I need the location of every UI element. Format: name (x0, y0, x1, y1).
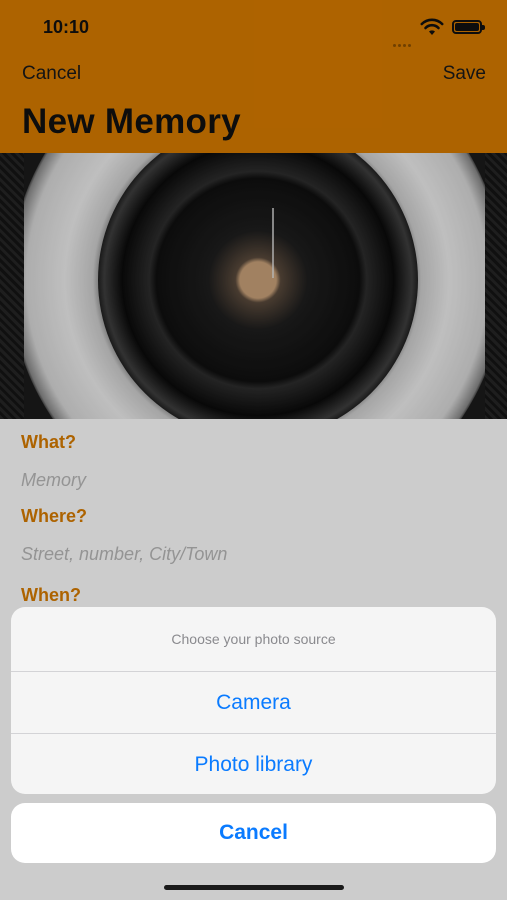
camera-option-button[interactable]: Camera (11, 672, 496, 733)
photo-library-option-button[interactable]: Photo library (11, 734, 496, 794)
action-sheet-title: Choose your photo source (171, 631, 336, 647)
photo-source-action-sheet: Choose your photo source Camera Photo li… (11, 607, 496, 794)
screen: 10:10 Cancel Save New Memory What? Memor… (0, 0, 507, 900)
home-indicator[interactable] (164, 885, 344, 890)
cancel-button[interactable]: Cancel (11, 803, 496, 863)
